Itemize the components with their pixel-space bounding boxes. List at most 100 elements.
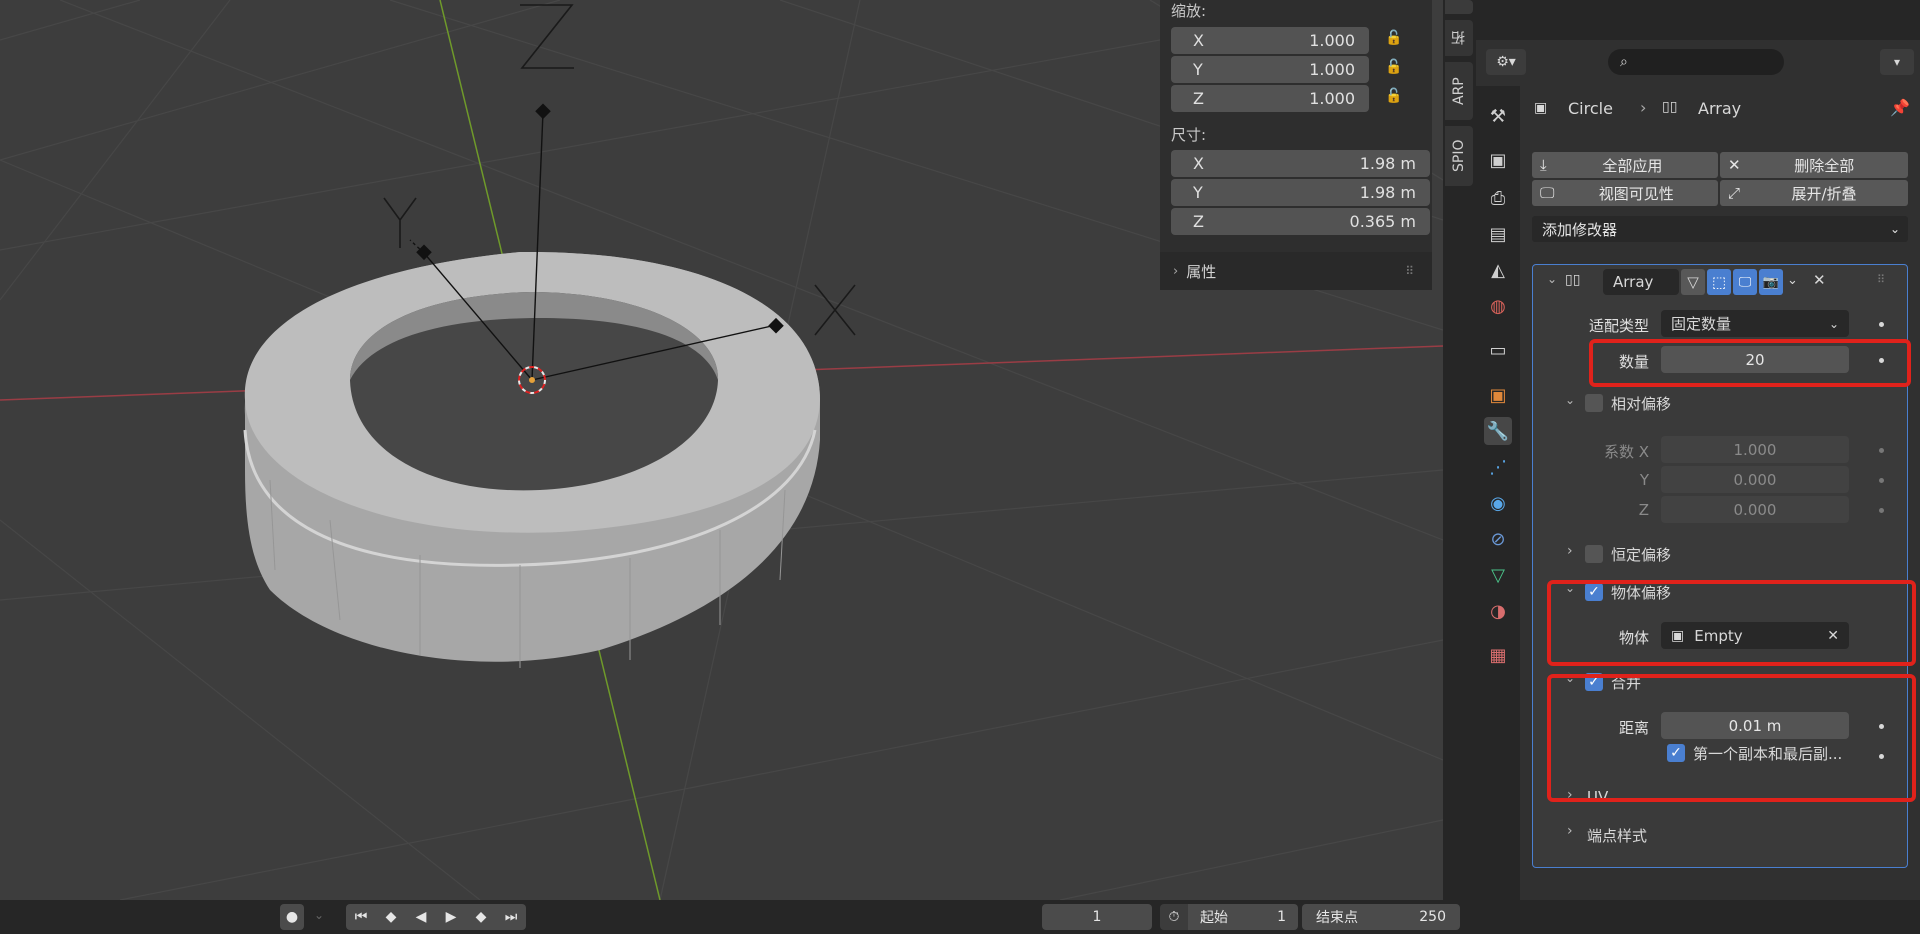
modifier-name-input[interactable]: Array [1603,269,1679,295]
scene-icon[interactable]: ◭ [1484,256,1512,284]
value: 1.98 m [1359,154,1416,173]
dimension-y-field[interactable]: Y 1.98 m [1171,179,1430,206]
factor-z-field[interactable]: 0.000 [1661,496,1849,523]
timeline-bar: ● ⌄ ⏮ ◆ ◀ ▶ ◆ ⏭ 1 ⏱ 起始 1 结束点 250 [0,900,1920,934]
add-modifier-dropdown[interactable]: 添加修改器 ⌄ [1532,216,1908,242]
physics-icon[interactable]: ◉ [1484,489,1512,517]
constraints-icon[interactable]: ⊘ [1484,525,1512,553]
particles-icon[interactable]: ⋰ [1484,453,1512,481]
chevron-down-icon[interactable]: ⌄ [1787,273,1798,288]
axis-label: Y [1193,183,1203,202]
realtime-monitor-icon[interactable]: 🖵 [1733,269,1757,295]
search-input[interactable]: ⌕ [1608,49,1784,75]
world-icon[interactable]: ◍ [1484,292,1512,320]
stopwatch-icon[interactable]: ⏱ [1160,904,1188,930]
expand-collapse-button[interactable]: ⤢ 展开/折叠 [1720,180,1908,206]
chevron-right-icon[interactable]: › [1567,823,1573,839]
lock-icon[interactable]: 🔓 [1385,30,1402,46]
keyframe-dot[interactable] [1879,508,1884,513]
scale-x-field[interactable]: X 1.000 [1171,27,1369,54]
tab-tuo[interactable]: 拓 [1445,20,1473,56]
chevron-down-icon[interactable]: ⌄ [1547,272,1557,286]
record-icon[interactable]: ● [280,904,304,930]
apply-all-button[interactable]: ⤓ 全部应用 [1532,152,1718,178]
object-icon[interactable]: ▣ [1484,381,1512,409]
dropdown-label: 添加修改器 [1542,220,1618,239]
output-icon[interactable]: ⎙ [1484,184,1512,212]
constant-offset-label: 恒定偏移 [1611,546,1672,564]
pin-icon[interactable]: 📌 [1890,98,1910,117]
lock-icon[interactable]: 🔓 [1385,88,1402,104]
properties-header: ⚙▾ ⌕ ▾ [1476,40,1920,86]
highlight-box-merge [1547,674,1916,802]
modifier-wrench-icon[interactable]: 🔧 [1484,417,1512,445]
axis-label: X [1193,31,1204,50]
current-frame-field[interactable]: 1 [1042,904,1152,930]
data-icon[interactable]: ▽ [1484,561,1512,589]
chevron-right-icon: › [1173,263,1179,279]
object-square-icon: ▣ [1534,100,1548,116]
close-icon[interactable]: ✕ [1813,271,1826,289]
fit-type-dropdown[interactable]: 固定数量 ⌄ [1661,310,1849,337]
delete-all-button[interactable]: ✕ 删除全部 [1720,152,1908,178]
button-label: 删除全部 [1794,156,1855,175]
highlight-box-count [1589,339,1911,387]
relative-offset-label: 相对偏移 [1611,395,1672,413]
lock-icon[interactable]: 🔓 [1385,59,1402,75]
render-camera-icon[interactable]: 📷 [1759,269,1783,295]
fit-type-label: 适配类型 [1588,317,1649,335]
drag-handle-icon[interactable]: ⠿ [1405,264,1414,278]
properties-subpanel-header[interactable]: › 属性 ⠿ [1160,252,1432,290]
search-icon: ⌕ [1620,54,1628,70]
options-dropdown[interactable]: ▾ [1880,49,1914,75]
prev-keyframe-icon[interactable]: ◆ [376,904,406,930]
keyframe-dot[interactable] [1879,448,1884,453]
value: 0.365 m [1349,212,1416,231]
dimension-z-field[interactable]: Z 0.365 m [1171,208,1430,235]
array-modifier-icon: ▯▯ [1565,272,1581,288]
chevron-down-icon[interactable]: ⌄ [1565,393,1575,407]
play-icon[interactable]: ▶ [436,904,466,930]
scale-label: 缩放: [1171,2,1207,20]
start-frame-field[interactable]: 起始 1 [1188,904,1298,930]
end-frame-field[interactable]: 结束点 250 [1302,904,1460,930]
drag-handle-icon[interactable]: ⠿ [1877,273,1885,286]
view-layer-icon[interactable]: ▤ [1484,220,1512,248]
breadcrumb-modifier: Array [1698,99,1742,118]
factor-y-field[interactable]: 0.000 [1661,466,1849,493]
keyframe-dot[interactable] [1879,322,1884,327]
scale-z-field[interactable]: Z 1.000 [1171,85,1369,112]
tab-spio[interactable]: SPIO [1445,126,1473,186]
dimension-x-field[interactable]: X 1.98 m [1171,150,1430,177]
factor-z-label: Z [1638,501,1649,519]
ring-mesh [243,251,820,668]
collection-icon[interactable]: ▭ [1484,336,1512,364]
field-value: 1 [1277,909,1286,925]
edit-mode-cage-icon[interactable]: ▽ [1681,269,1705,295]
jump-end-icon[interactable]: ⏭ [496,904,526,930]
relative-offset-checkbox[interactable] [1585,394,1603,412]
scale-y-field[interactable]: Y 1.000 [1171,56,1369,83]
tab-arp[interactable]: ARP [1445,62,1473,120]
viewport-visibility-button[interactable]: 🖵 视图可见性 [1532,180,1718,206]
chevron-down-icon[interactable]: ⌄ [314,908,324,922]
render-icon[interactable]: ▣ [1484,146,1512,174]
constant-offset-checkbox[interactable] [1585,545,1603,563]
factor-x-label: 系数 X [1603,443,1649,461]
play-reverse-icon[interactable]: ◀ [406,904,436,930]
breadcrumb-object: Circle [1568,99,1613,118]
chevron-right-icon[interactable]: › [1567,543,1573,559]
edit-mode-icon[interactable]: ⬚ [1707,269,1731,295]
tool-icon[interactable]: ⚒ [1484,102,1512,130]
material-icon[interactable]: ◑ [1484,597,1512,625]
modifier-properties: ▣ Circle › ▯▯ Array 📌 ⤓ 全部应用 ✕ 删除全部 🖵 视图… [1520,86,1920,900]
keyframe-dot[interactable] [1879,478,1884,483]
highlight-box-object-offset [1547,580,1916,666]
jump-start-icon[interactable]: ⏮ [346,904,376,930]
editor-type-icon[interactable]: ⚙▾ [1486,49,1526,75]
texture-icon[interactable]: ▦ [1484,641,1512,669]
expand-icon: ⤢ [1728,184,1741,202]
tab-top[interactable] [1445,0,1473,14]
next-keyframe-icon[interactable]: ◆ [466,904,496,930]
factor-x-field[interactable]: 1.000 [1661,436,1849,463]
